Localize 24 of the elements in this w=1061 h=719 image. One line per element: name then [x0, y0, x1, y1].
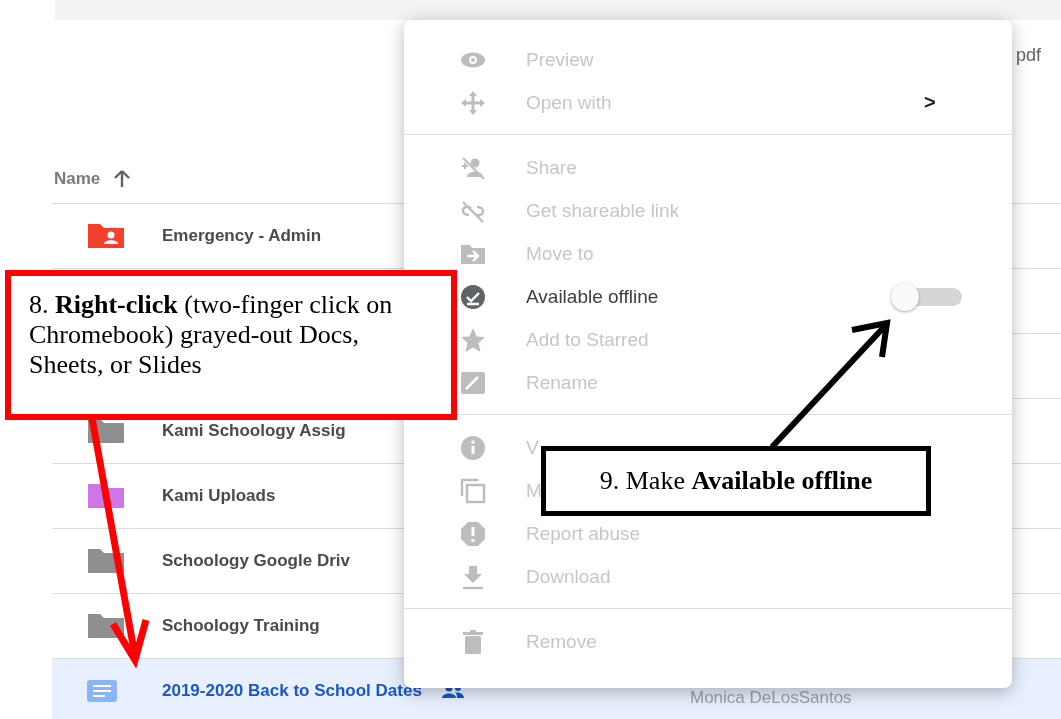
chevron-icon: >	[924, 91, 936, 114]
pencil-box-icon	[460, 369, 486, 396]
file-name: Schoology Training	[162, 616, 320, 636]
download-icon	[460, 563, 486, 590]
file-name: Kami Uploads	[162, 486, 276, 506]
file-name: Emergency - Admin	[162, 226, 322, 246]
arrow-up-icon[interactable]	[114, 170, 131, 188]
check-circle-icon	[460, 283, 486, 310]
name-sort-button[interactable]: Name	[52, 169, 101, 189]
callout-text: 8. Right-click (two-finger click on Chromebook) grayed-out Docs, Sheets, or Slides	[29, 290, 393, 379]
move-icon	[460, 89, 486, 116]
star-icon	[460, 326, 486, 353]
file-name: Kami Schoology Assig	[162, 421, 346, 441]
menu-item[interactable]: Available offline	[460, 275, 659, 318]
file-name: 2019-2020 Back to School Dates	[162, 681, 422, 701]
trash-icon	[460, 628, 486, 655]
copy-icon	[460, 477, 486, 504]
info-icon	[460, 434, 486, 461]
warning-icon	[460, 520, 486, 547]
owner-name: Monica DeLosSantos	[690, 688, 853, 708]
file-name: Schoology Google Driv	[162, 551, 350, 571]
callout-text: 9. Make Available offline	[599, 466, 873, 496]
person-off-icon	[460, 154, 486, 181]
column-text: pdf	[1015, 45, 1041, 66]
